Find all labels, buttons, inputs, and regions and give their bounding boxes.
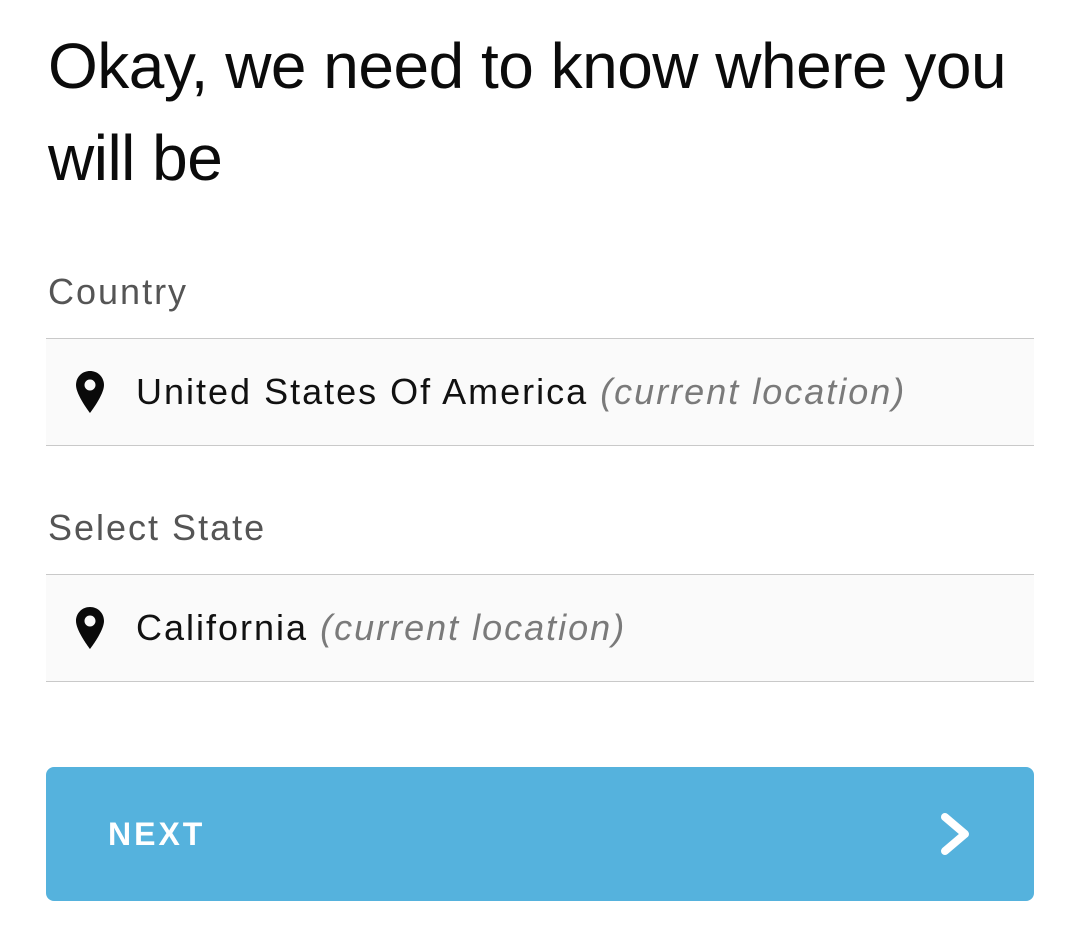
country-hint: (current location) [600,371,907,412]
chevron-right-icon [938,812,974,856]
state-value: California [136,607,309,648]
page-title: Okay, we need to know where you will be [48,30,1007,194]
country-value: United States Of America [136,371,589,412]
state-select[interactable]: California (current location) [46,574,1034,682]
state-hint: (current location) [320,607,627,648]
next-button-label: NEXT [108,815,206,852]
next-button[interactable]: NEXT [46,767,1034,901]
location-form: Okay, we need to know where you will be … [46,0,1034,933]
location-pin-icon [74,369,106,415]
state-label: Select State [48,507,267,548]
location-pin-icon [74,605,106,651]
country-select[interactable]: United States Of America (current locati… [46,338,1034,446]
country-label: Country [48,271,189,312]
